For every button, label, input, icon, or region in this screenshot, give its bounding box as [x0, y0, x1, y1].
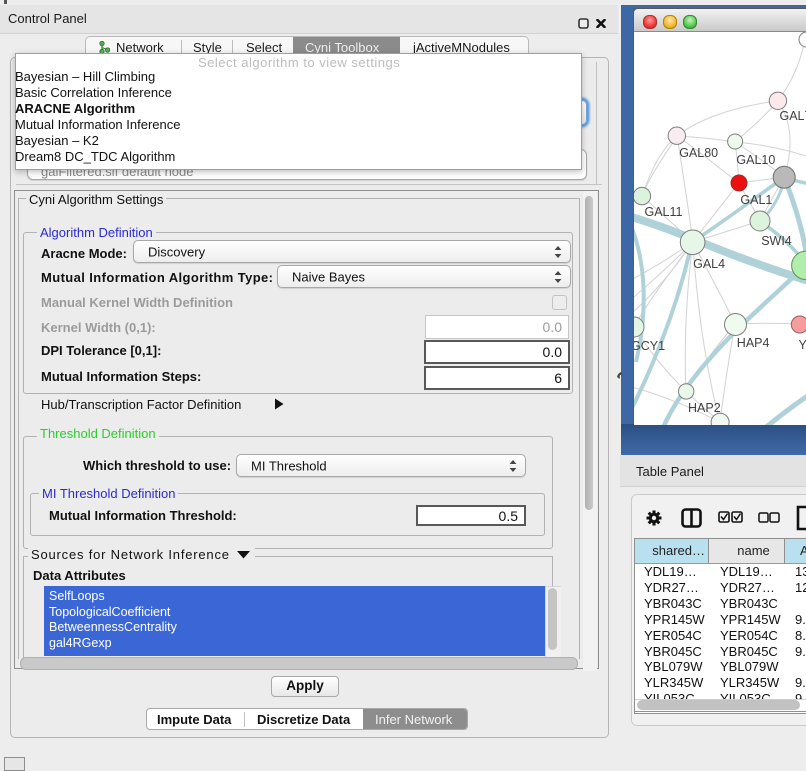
svg-text:GAL1: GAL1 [740, 193, 772, 207]
svg-text:GAL10: GAL10 [736, 153, 775, 167]
svg-text:GAL7: GAL7 [780, 109, 806, 123]
svg-text:HAP4: HAP4 [737, 336, 770, 350]
svg-text:GAL80: GAL80 [679, 146, 718, 160]
svg-text:GAL11: GAL11 [645, 205, 683, 219]
svg-text:YM: YM [799, 338, 806, 352]
svg-text:SWI4: SWI4 [761, 234, 792, 248]
svg-text:GCY1: GCY1 [634, 339, 665, 353]
svg-text:HAP2: HAP2 [688, 401, 721, 415]
svg-text:GAL4: GAL4 [693, 257, 725, 271]
